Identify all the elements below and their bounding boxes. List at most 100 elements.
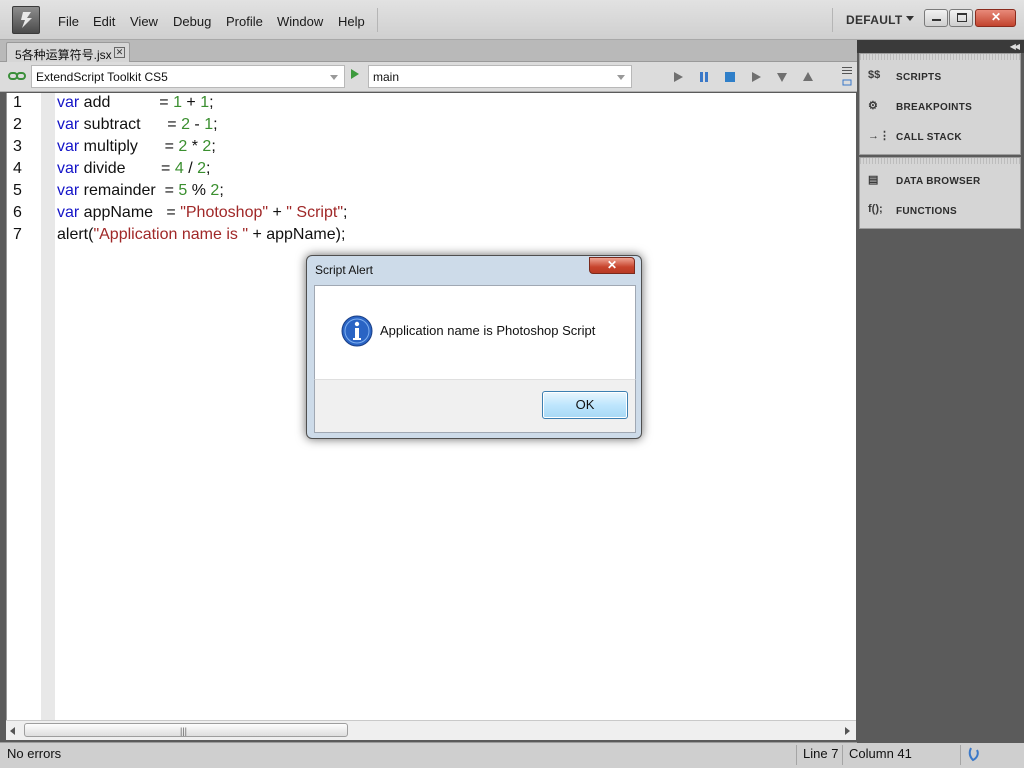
code-keyword: var	[57, 182, 80, 199]
code-string: "Photoshop"	[180, 204, 269, 221]
run-icon[interactable]	[672, 71, 684, 83]
document-tab[interactable]: 5各种运算符号.jsx ✕	[6, 42, 130, 62]
panel-item-call-stack[interactable]: →⋮ CALL STACK	[866, 127, 1016, 149]
data-browser-icon: ▤	[868, 174, 879, 186]
close-icon: ✕	[991, 10, 1002, 24]
stop-icon[interactable]	[724, 71, 736, 83]
code-line[interactable]: var multiply = 2 * 2;	[57, 138, 216, 156]
fold-column	[41, 93, 55, 720]
pause-icon[interactable]	[698, 71, 710, 83]
line-number: 7	[13, 226, 22, 243]
line-number: 4	[13, 160, 22, 177]
code-number: 2	[210, 182, 220, 199]
line-number: 5	[13, 182, 22, 199]
code-token: ;	[211, 138, 216, 155]
engine-select[interactable]: main	[368, 65, 632, 88]
code-number: 4	[174, 160, 184, 177]
workspace-switcher[interactable]: DEFAULT	[846, 13, 903, 27]
code-token: alert(	[57, 226, 94, 243]
play-arrow-icon[interactable]	[351, 69, 359, 79]
code-token: subtract =	[79, 116, 182, 133]
line-number: 6	[13, 204, 22, 221]
code-number: 1	[200, 94, 210, 111]
cursor-line: Line 7	[796, 745, 842, 765]
menu-profile[interactable]: Profile	[226, 14, 263, 29]
target-application-select[interactable]: ExtendScript Toolkit CS5	[31, 65, 345, 88]
code-token: +	[268, 204, 287, 221]
code-token: %	[187, 182, 211, 199]
close-tab-icon[interactable]: ✕	[114, 47, 125, 58]
script-alert-dialog: Script Alert ✕ Application name is Photo…	[306, 255, 642, 439]
ok-button[interactable]: OK	[542, 391, 628, 419]
menu-help[interactable]: Help	[338, 14, 365, 29]
panel-item-data-browser[interactable]: ▤ DATA BROWSER	[866, 171, 1016, 193]
panel-item-label: DATA BROWSER	[896, 176, 981, 187]
side-panel: $$ SCRIPTS ⚙ BREAKPOINTS →⋮ CALL STACK ▤…	[857, 53, 1024, 743]
scripts-icon: $$	[868, 69, 881, 81]
extendscript-logo-icon	[12, 6, 40, 34]
menu-debug[interactable]: Debug	[173, 14, 211, 29]
minimize-button[interactable]	[924, 9, 948, 27]
document-tab-strip: 5各种运算符号.jsx ✕	[0, 40, 857, 62]
panel-item-functions[interactable]: f(); FUNCTIONS	[866, 201, 1016, 223]
info-icon	[341, 315, 373, 347]
connection-status-icon	[968, 747, 979, 762]
code-number: 5	[178, 182, 188, 199]
scrollbar-thumb[interactable]: |||	[24, 723, 348, 737]
restore-icon	[957, 13, 967, 22]
collapse-panels-icon[interactable]: ◀◀	[1010, 42, 1020, 51]
menu-edit[interactable]: Edit	[93, 14, 115, 29]
code-token: +	[181, 94, 201, 111]
code-token: add =	[79, 94, 174, 111]
step-out-icon[interactable]	[802, 71, 814, 83]
code-token: appName =	[79, 204, 181, 221]
code-keyword: var	[57, 94, 80, 111]
panel-grip[interactable]	[860, 158, 1020, 164]
code-line[interactable]: var add = 1 + 1;	[57, 94, 214, 112]
code-line[interactable]: var remainder = 5 % 2;	[57, 182, 224, 200]
panel-item-scripts[interactable]: $$ SCRIPTS	[866, 67, 1016, 89]
horizontal-scrollbar[interactable]: |||	[6, 720, 856, 740]
link-icon[interactable]	[8, 70, 26, 84]
menu-view[interactable]: View	[130, 14, 158, 29]
panel-header: ◀◀	[857, 40, 1024, 53]
panel-group-debug: $$ SCRIPTS ⚙ BREAKPOINTS →⋮ CALL STACK	[859, 53, 1021, 155]
menu-window[interactable]: Window	[277, 14, 323, 29]
close-window-button[interactable]: ✕	[975, 9, 1016, 27]
code-keyword: var	[57, 160, 80, 177]
code-number: 2	[197, 160, 206, 177]
chevron-down-icon	[330, 75, 338, 80]
close-icon: ✕	[607, 258, 618, 272]
scroll-right-icon[interactable]	[845, 727, 850, 735]
menu-divider	[377, 8, 378, 32]
code-token: + appName);	[248, 226, 346, 243]
panel-item-breakpoints[interactable]: ⚙ BREAKPOINTS	[866, 97, 1016, 119]
chevron-down-icon	[617, 75, 625, 80]
dialog-close-button[interactable]: ✕	[589, 257, 635, 274]
code-line[interactable]: alert("Application name is " + appName);	[57, 226, 345, 244]
panel-grip[interactable]	[860, 54, 1020, 60]
code-line[interactable]: var subtract = 2 - 1;	[57, 116, 218, 134]
code-token: ;	[206, 160, 211, 177]
line-number-gutter: 1 2 3 4 5 6 7	[7, 93, 41, 720]
code-number: 1	[204, 116, 214, 133]
code-line[interactable]: var divide = 4 / 2;	[57, 160, 210, 178]
menu-file[interactable]: File	[58, 14, 79, 29]
line-number: 2	[13, 116, 22, 133]
panel-item-label: BREAKPOINTS	[896, 102, 973, 113]
toolbar-menu-icon[interactable]	[840, 64, 854, 88]
target-application-value: ExtendScript Toolkit CS5	[36, 70, 168, 84]
debug-toolbar: ExtendScript Toolkit CS5 main	[0, 62, 857, 92]
dialog-title: Script Alert	[315, 263, 374, 277]
step-into-icon[interactable]	[776, 71, 788, 83]
scroll-left-icon[interactable]	[10, 727, 15, 735]
chevron-down-icon[interactable]	[906, 16, 914, 21]
document-tab-label: 5各种运算符号.jsx	[15, 48, 112, 62]
minimize-icon	[932, 19, 941, 21]
step-over-icon[interactable]	[750, 71, 762, 83]
code-token: divide =	[79, 160, 175, 177]
code-token: ;	[219, 182, 224, 199]
cursor-column: Column 41	[842, 745, 960, 765]
restore-button[interactable]	[949, 9, 973, 27]
code-line[interactable]: var appName = "Photoshop" + " Script";	[57, 204, 347, 222]
